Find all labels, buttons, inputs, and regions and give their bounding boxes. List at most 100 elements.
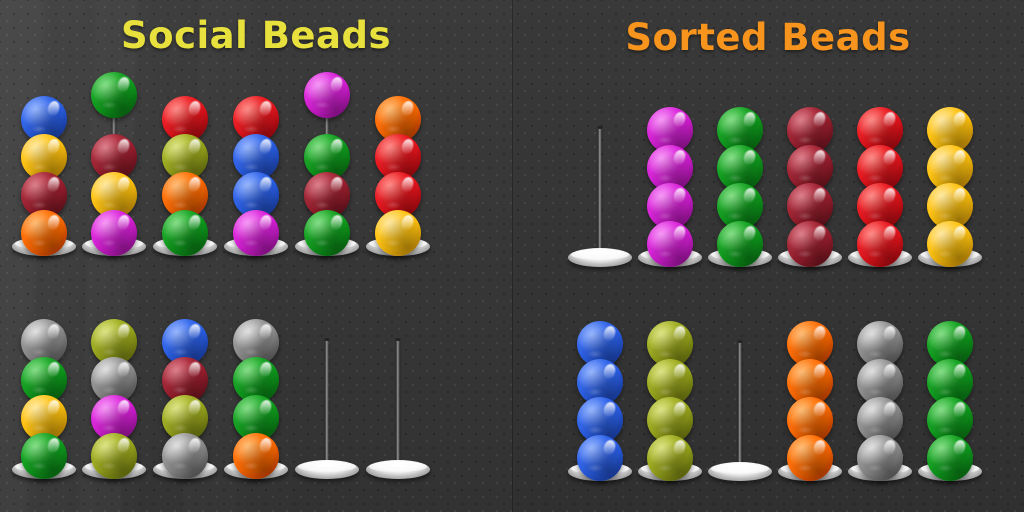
bead-olive[interactable]: [91, 433, 137, 479]
bead-shading: [91, 210, 137, 256]
bead-pole[interactable]: [358, 334, 438, 494]
bead-bounce-light: [243, 238, 259, 247]
bead-bounce-light: [314, 200, 330, 209]
bead-bounce-light: [797, 211, 813, 220]
pole-base[interactable]: [568, 248, 632, 267]
pole-base[interactable]: [708, 462, 772, 481]
bead-bounce-light: [867, 211, 883, 220]
bead-bounce-light: [101, 100, 117, 109]
bead-bounce-light: [657, 463, 673, 472]
bead-yellow[interactable]: [927, 221, 973, 267]
bead-shading: [577, 435, 623, 481]
bead-shading: [647, 221, 693, 267]
bead-bounce-light: [385, 162, 401, 171]
bead-shading: [162, 433, 208, 479]
bead-bounce-light: [587, 349, 603, 358]
bead-bounce-light: [172, 200, 188, 209]
pole-base[interactable]: [366, 460, 430, 479]
bead-green[interactable]: [717, 221, 763, 267]
bead-green[interactable]: [927, 435, 973, 481]
bead-gray[interactable]: [857, 435, 903, 481]
bead-bounce-light: [385, 200, 401, 209]
pole-base[interactable]: [295, 460, 359, 479]
panel-title-sorted: Sorted Beads: [625, 16, 911, 59]
bead-orange[interactable]: [233, 433, 279, 479]
bead-bounce-light: [31, 347, 47, 356]
bead-bounce-light: [31, 200, 47, 209]
bead-shading: [304, 210, 350, 256]
bead-green[interactable]: [304, 210, 350, 256]
bead-magenta[interactable]: [233, 210, 279, 256]
pole-rod: [738, 342, 742, 472]
bead-bounce-light: [243, 385, 259, 394]
bead-bounce-light: [314, 162, 330, 171]
bead-bounce-light: [657, 135, 673, 144]
bead-bounce-light: [867, 249, 883, 258]
bead-bounce-light: [657, 211, 673, 220]
bead-pole[interactable]: [287, 334, 367, 494]
bead-shading: [91, 72, 137, 118]
bead-magenta[interactable]: [91, 210, 137, 256]
bead-bounce-light: [937, 211, 953, 220]
bead-bounce-light: [727, 135, 743, 144]
bead-blue[interactable]: [577, 435, 623, 481]
bead-shading: [787, 435, 833, 481]
bead-bounce-light: [172, 385, 188, 394]
bead-pole[interactable]: [560, 122, 640, 282]
bead-green[interactable]: [162, 210, 208, 256]
pole-rod-cap: [597, 126, 603, 129]
bead-bounce-light: [937, 387, 953, 396]
bead-olive[interactable]: [647, 435, 693, 481]
bead-bounce-light: [172, 347, 188, 356]
bead-bounce-light: [101, 238, 117, 247]
pole-base-top: [571, 249, 629, 260]
bead-bounce-light: [937, 349, 953, 358]
bead-orange[interactable]: [21, 210, 67, 256]
bead-bounce-light: [867, 173, 883, 182]
bead-shading: [21, 433, 67, 479]
bead-shading: [233, 210, 279, 256]
bead-bounce-light: [797, 349, 813, 358]
bead-pole[interactable]: [700, 336, 780, 496]
bead-bounce-light: [243, 200, 259, 209]
bead-bounce-light: [727, 173, 743, 182]
bead-bounce-light: [31, 124, 47, 133]
bead-shading: [927, 221, 973, 267]
bead-orange[interactable]: [787, 435, 833, 481]
bead-bounce-light: [797, 425, 813, 434]
bead-bounce-light: [101, 461, 117, 470]
pole-rod: [325, 340, 329, 470]
bead-yellow[interactable]: [375, 210, 421, 256]
bead-bounce-light: [797, 173, 813, 182]
bead-bounce-light: [657, 249, 673, 258]
bead-floating-magenta[interactable]: [304, 72, 350, 118]
bead-red[interactable]: [857, 221, 903, 267]
bead-bounce-light: [31, 238, 47, 247]
bead-bounce-light: [101, 385, 117, 394]
bead-shading: [647, 435, 693, 481]
bead-bounce-light: [657, 349, 673, 358]
bead-darkred[interactable]: [787, 221, 833, 267]
bead-bounce-light: [867, 349, 883, 358]
bead-bounce-light: [172, 162, 188, 171]
panel-divider: [512, 0, 513, 512]
bead-bounce-light: [797, 463, 813, 472]
bead-shading: [787, 221, 833, 267]
bead-shading: [91, 433, 137, 479]
bead-bounce-light: [314, 100, 330, 109]
pole-base-top: [711, 463, 769, 474]
bead-bounce-light: [101, 162, 117, 171]
bead-floating-green[interactable]: [91, 72, 137, 118]
bead-bounce-light: [31, 423, 47, 432]
pole-rod-cap: [324, 338, 330, 341]
bead-shading: [927, 435, 973, 481]
bead-bounce-light: [243, 124, 259, 133]
bead-bounce-light: [657, 173, 673, 182]
pole-base-top: [369, 461, 427, 472]
bead-bounce-light: [587, 387, 603, 396]
bead-green[interactable]: [21, 433, 67, 479]
pole-rod-cap: [737, 340, 743, 343]
bead-bounce-light: [867, 387, 883, 396]
bead-gray[interactable]: [162, 433, 208, 479]
bead-magenta[interactable]: [647, 221, 693, 267]
